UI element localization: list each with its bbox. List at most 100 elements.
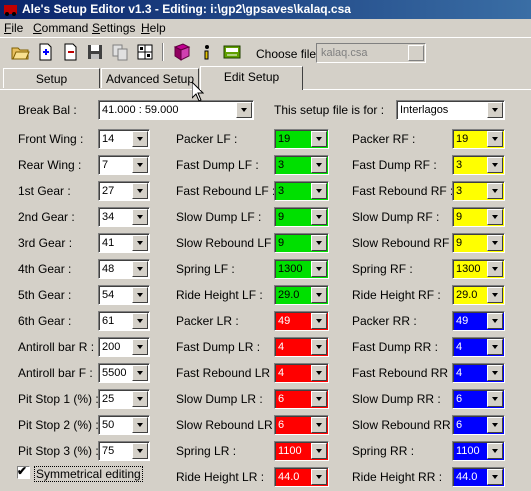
1st-gear-select[interactable]: 27	[98, 181, 150, 201]
chevron-down-icon[interactable]	[311, 417, 327, 433]
slow-dump-rf-select[interactable]: 9	[452, 207, 505, 227]
ride-height-rr-select[interactable]: 44.0	[452, 467, 505, 487]
chevron-down-icon[interactable]	[487, 313, 503, 329]
ride-height-lr-select[interactable]: 44.0	[274, 467, 329, 487]
chevron-down-icon[interactable]	[311, 391, 327, 407]
chevron-down-icon[interactable]	[311, 443, 327, 459]
chevron-down-icon[interactable]	[487, 339, 503, 355]
chevron-down-icon[interactable]	[487, 102, 503, 118]
chevron-down-icon[interactable]	[311, 235, 327, 251]
chevron-down-icon[interactable]	[132, 365, 148, 381]
chevron-down-icon[interactable]	[487, 157, 503, 173]
chevron-down-icon[interactable]	[132, 157, 148, 173]
fast-rebound-lr-select[interactable]: 4	[274, 363, 329, 383]
chevron-down-icon[interactable]	[311, 365, 327, 381]
pit-stop-3-select[interactable]: 75	[98, 441, 150, 461]
chevron-down-icon[interactable]	[236, 102, 252, 118]
packer-rf-select[interactable]: 19	[452, 129, 505, 149]
grid-icon[interactable]	[135, 42, 155, 62]
new-icon[interactable]	[35, 42, 55, 62]
export-icon[interactable]	[222, 42, 242, 62]
save-icon[interactable]	[85, 42, 105, 62]
chevron-down-icon[interactable]	[487, 287, 503, 303]
symmetrical-label[interactable]: Symmetrical editing	[34, 466, 143, 482]
symmetrical-checkbox[interactable]: ✔	[17, 464, 30, 479]
packer-lr-select[interactable]: 49	[274, 311, 329, 331]
fast-rebound-rr-select[interactable]: 4	[452, 363, 505, 383]
antiroll-bar-f-select[interactable]: 5500	[98, 363, 150, 383]
slow-rebound-lf-select[interactable]: 9	[274, 233, 329, 253]
spring-lf-select[interactable]: 1300	[274, 259, 329, 279]
chevron-down-icon[interactable]	[311, 339, 327, 355]
ride-height-lf-select[interactable]: 29.0	[274, 285, 329, 305]
chevron-down-icon[interactable]	[311, 131, 327, 147]
break-bal-select[interactable]: 41.000 : 59.000	[98, 100, 254, 120]
slow-dump-lr-select[interactable]: 6	[274, 389, 329, 409]
copy-icon[interactable]	[110, 42, 130, 62]
chevron-down-icon[interactable]	[132, 391, 148, 407]
chevron-down-icon[interactable]	[311, 313, 327, 329]
chevron-down-icon[interactable]	[311, 209, 327, 225]
chevron-down-icon[interactable]	[132, 261, 148, 277]
book-icon[interactable]	[172, 42, 192, 62]
chevron-down-icon[interactable]	[311, 261, 327, 277]
chevron-down-icon[interactable]	[132, 339, 148, 355]
chevron-down-icon[interactable]	[487, 261, 503, 277]
chevron-down-icon[interactable]	[487, 365, 503, 381]
slow-rebound-rf-select[interactable]: 9	[452, 233, 505, 253]
chevron-down-icon[interactable]	[132, 443, 148, 459]
ride-height-rf-select[interactable]: 29.0	[452, 285, 505, 305]
chevron-down-icon[interactable]	[487, 235, 503, 251]
menu-settings[interactable]: Settings	[92, 21, 135, 35]
antiroll-bar-r-select[interactable]: 200	[98, 337, 150, 357]
packer-lf-select[interactable]: 19	[274, 129, 329, 149]
chevron-down-icon[interactable]	[311, 287, 327, 303]
slow-dump-lf-select[interactable]: 9	[274, 207, 329, 227]
choose-file-select[interactable]: kalaq.csa	[316, 43, 426, 63]
fast-dump-rr-select[interactable]: 4	[452, 337, 505, 357]
chevron-down-icon[interactable]	[132, 417, 148, 433]
menu-file[interactable]: File	[4, 21, 23, 35]
spring-rf-select[interactable]: 1300	[452, 259, 505, 279]
slow-rebound-lr-select[interactable]: 6	[274, 415, 329, 435]
delete-icon[interactable]	[60, 42, 80, 62]
chevron-down-icon[interactable]	[487, 183, 503, 199]
front-wing-select[interactable]: 14	[98, 129, 150, 149]
chevron-down-icon[interactable]	[132, 287, 148, 303]
pit-stop-2-select[interactable]: 50	[98, 415, 150, 435]
chevron-down-icon[interactable]	[132, 209, 148, 225]
chevron-down-icon[interactable]	[132, 131, 148, 147]
tab-setup[interactable]: Setup	[3, 68, 100, 88]
chevron-down-icon[interactable]	[487, 131, 503, 147]
4th-gear-select[interactable]: 48	[98, 259, 150, 279]
setup-for-select[interactable]: Interlagos	[396, 100, 505, 120]
chevron-down-icon[interactable]	[487, 469, 503, 485]
fast-dump-lf-select[interactable]: 3	[274, 155, 329, 175]
chevron-down-icon[interactable]	[132, 183, 148, 199]
3rd-gear-select[interactable]: 41	[98, 233, 150, 253]
chevron-down-icon[interactable]	[487, 443, 503, 459]
fast-rebound-rf-select[interactable]: 3	[452, 181, 505, 201]
fast-dump-lr-select[interactable]: 4	[274, 337, 329, 357]
open-folder-icon[interactable]	[10, 42, 30, 62]
2nd-gear-select[interactable]: 34	[98, 207, 150, 227]
menu-command[interactable]: Command	[33, 21, 88, 35]
chevron-down-icon[interactable]	[311, 157, 327, 173]
menu-help[interactable]: Help	[141, 21, 166, 35]
rear-wing-select[interactable]: 7	[98, 155, 150, 175]
chevron-down-icon[interactable]	[311, 469, 327, 485]
tab-edit-setup[interactable]: Edit Setup	[200, 66, 303, 90]
chevron-down-icon[interactable]	[408, 45, 424, 61]
tab-advanced-setup[interactable]: Advanced Setup	[101, 68, 199, 88]
5th-gear-select[interactable]: 54	[98, 285, 150, 305]
slow-dump-rr-select[interactable]: 6	[452, 389, 505, 409]
info-icon[interactable]	[197, 42, 217, 62]
chevron-down-icon[interactable]	[487, 417, 503, 433]
pit-stop-1-select[interactable]: 25	[98, 389, 150, 409]
chevron-down-icon[interactable]	[487, 209, 503, 225]
fast-rebound-lf-select[interactable]: 3	[274, 181, 329, 201]
6th-gear-select[interactable]: 61	[98, 311, 150, 331]
packer-rr-select[interactable]: 49	[452, 311, 505, 331]
chevron-down-icon[interactable]	[311, 183, 327, 199]
slow-rebound-rr-select[interactable]: 6	[452, 415, 505, 435]
